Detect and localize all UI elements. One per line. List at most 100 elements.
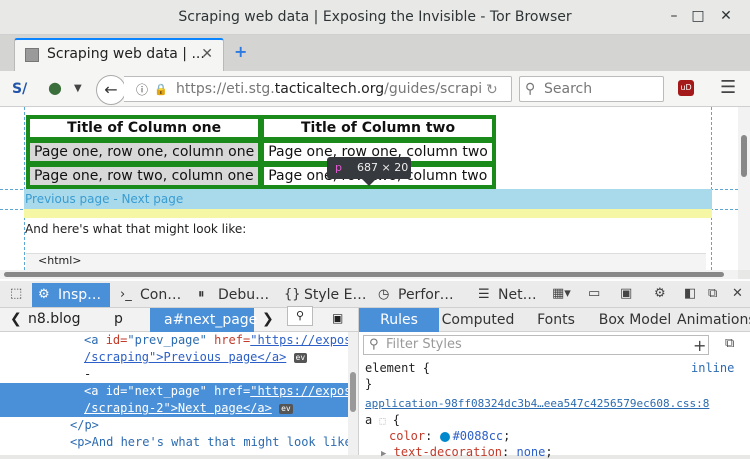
screenshot-icon[interactable]: ▣ — [620, 286, 632, 301]
rule-source-link[interactable]: application-98ff08324dc3b4…eea547c425657… — [365, 397, 709, 410]
devtools-toolbar: ⬚ ⚙ Insp… ›_ Con… ⏸ Debu… {} Style E… ◷ Perfo… — [0, 281, 750, 308]
page-horizontal-scrollbar[interactable] — [0, 270, 738, 279]
new-tab-button[interactable]: + — [234, 42, 247, 61]
rule-declaration[interactable]: color: #0088cc; — [389, 429, 510, 443]
expand-icon[interactable]: ▶ — [381, 449, 386, 459]
highlight-padding — [24, 209, 712, 218]
tab-computed[interactable]: Computed — [441, 308, 515, 332]
pane-toggle-icon[interactable]: ▣ — [332, 311, 343, 325]
markup-line[interactable]: </p> — [0, 417, 348, 434]
tab-bar: Scraping web data | ... ✕ — [0, 35, 750, 71]
settings-icon[interactable]: ⚙ — [654, 286, 666, 301]
breadcrumb-item[interactable]: p — [114, 311, 123, 327]
browser-tab[interactable]: Scraping web data | ... ✕ — [14, 38, 224, 71]
tab-style-editor[interactable]: {} Style E… — [278, 283, 370, 307]
filter-styles-input[interactable]: ⚲ Filter Styles — [363, 335, 709, 355]
rule-source-inline[interactable]: inline — [691, 361, 734, 375]
markup-scrollbar[interactable] — [348, 332, 358, 455]
back-button[interactable]: ← — [96, 75, 126, 105]
pick-element-icon[interactable]: ⬚ — [10, 286, 22, 301]
table-header: Title of Column one — [28, 117, 261, 139]
console-icon: ›_ — [120, 287, 132, 302]
search-icon: ⚲ — [525, 81, 536, 97]
reload-icon[interactable]: ↻ — [486, 81, 498, 99]
lock-icon: 🔒 — [154, 83, 168, 96]
close-button[interactable]: ✕ — [718, 8, 734, 24]
scroll-thumb[interactable] — [4, 272, 724, 277]
data-table: Title of Column one Title of Column two … — [26, 115, 496, 189]
markup-search-icon[interactable]: ⚲ — [287, 306, 313, 326]
page-vertical-scrollbar[interactable] — [738, 107, 750, 270]
braces-icon: {} — [284, 287, 301, 302]
table-header: Title of Column two — [262, 117, 494, 139]
scroll-thumb[interactable] — [350, 372, 356, 412]
chevron-down-icon[interactable]: ▼ — [74, 80, 82, 98]
tab-performance[interactable]: ◷ Perfor… — [372, 283, 466, 307]
sidebar-tabs: Rules Computed Fonts Box Model Animation… — [359, 308, 750, 332]
url-text: https://eti.stg.tacticaltech.org/guides/… — [176, 81, 483, 97]
event-badge[interactable]: ev — [293, 352, 308, 363]
search-box[interactable]: ⚲ Search — [519, 76, 664, 102]
rule-close: } — [365, 377, 373, 391]
breadcrumb-back-icon[interactable]: ❮ — [10, 311, 22, 327]
navigation-bar: S/ ● ▼ ← ⓘ 🔒 https://eti.stg.tacticaltec… — [0, 71, 750, 107]
network-icon: ☰ — [478, 287, 490, 302]
window-titlebar: Scraping web data | Exposing the Invisib… — [0, 0, 750, 35]
rule-declaration[interactable]: ▶ text-decoration: none; — [381, 445, 553, 459]
table-cell: Page one, row one, column one — [28, 141, 261, 163]
gear-icon: ⚙ — [38, 287, 50, 302]
url-bar[interactable]: ⓘ 🔒 https://eti.stg.tacticaltech.org/gui… — [124, 76, 512, 102]
pager-links[interactable]: Previous page - Next page — [25, 192, 183, 206]
tab-inspector[interactable]: ⚙ Insp… — [32, 283, 110, 307]
info-icon[interactable]: ⓘ — [136, 81, 148, 99]
ublock-icon[interactable]: uD — [678, 80, 694, 96]
tab-fonts[interactable]: Fonts — [519, 308, 593, 332]
back-arrow-icon: ← — [104, 80, 118, 99]
tooltip-tag: p — [335, 161, 342, 174]
element-tooltip: p 687 × 20 — [327, 157, 411, 186]
event-badge[interactable]: ev — [279, 403, 293, 414]
tab-debugger[interactable]: ⏸ Debu… — [192, 283, 272, 307]
add-rule-icon[interactable]: + — [693, 336, 706, 355]
tab-rules[interactable]: Rules — [359, 308, 439, 332]
devtools-close-icon[interactable]: ✕ — [732, 286, 743, 301]
markup-line[interactable]: <a id="prev_page" href="https://exposi — [0, 332, 348, 349]
performance-icon: ◷ — [378, 287, 390, 302]
tab-close-icon[interactable]: ✕ — [201, 46, 213, 62]
responsive-icon[interactable]: ▭ — [588, 286, 600, 301]
minimize-button[interactable]: – — [666, 8, 682, 24]
tor-button-icon[interactable]: S/ — [12, 80, 27, 98]
separate-window-icon[interactable]: ⧉ — [708, 286, 717, 301]
pseudo-class-icon[interactable]: ⧉ — [725, 336, 734, 351]
paragraph: And here's what that might look like: — [25, 222, 247, 236]
breadcrumb-item[interactable]: n8.blog — [28, 311, 80, 327]
markup-line[interactable]: <p>And here's what that might look like — [0, 434, 348, 451]
window-title: Scraping web data | Exposing the Invisib… — [178, 9, 572, 25]
markup-line[interactable]: - — [0, 366, 348, 383]
tab-box-model[interactable]: Box Model — [595, 308, 675, 332]
color-swatch[interactable] — [439, 431, 450, 442]
tab-network[interactable]: ☰ Net… — [472, 283, 542, 307]
rule-element: element { — [365, 361, 431, 375]
dock-side-icon[interactable]: ◧ — [684, 286, 696, 301]
table-row: Page one, row two, column one Page one, … — [28, 165, 494, 187]
markup-line[interactable]: /scraping">Previous page</a> ev — [0, 349, 348, 366]
tab-title: Scraping web data | ... — [47, 46, 205, 62]
scroll-thumb[interactable] — [741, 135, 747, 177]
markup-line-selected[interactable]: <a id="next_page" href="https://exposi — [0, 383, 348, 400]
maximize-button[interactable]: □ — [690, 8, 706, 24]
markup-line-selected[interactable]: /scraping-2">Next page</a> ev — [0, 400, 348, 417]
breadcrumb-forward-icon[interactable]: ❯ — [262, 311, 274, 327]
menu-icon[interactable]: ☰ — [720, 79, 736, 97]
frame-select-icon[interactable]: ▦▾ — [552, 286, 571, 301]
breadcrumb-item-selected[interactable]: a#next_page — [150, 308, 257, 332]
rule-selector: a ⬚ { — [365, 413, 400, 427]
tab-animations[interactable]: Animations — [677, 308, 750, 332]
tor-onion-icon[interactable]: ● — [48, 79, 62, 97]
search-icon: ⚲ — [369, 337, 379, 352]
tab-console[interactable]: ›_ Con… — [114, 283, 190, 307]
highlight-selector-icon[interactable]: ⬚ — [379, 416, 385, 427]
rules-sidebar: Rules Computed Fonts Box Model Animation… — [358, 308, 750, 459]
table-cell: Page one, row two, column one — [28, 165, 261, 187]
code-block: <html> — [26, 253, 706, 270]
